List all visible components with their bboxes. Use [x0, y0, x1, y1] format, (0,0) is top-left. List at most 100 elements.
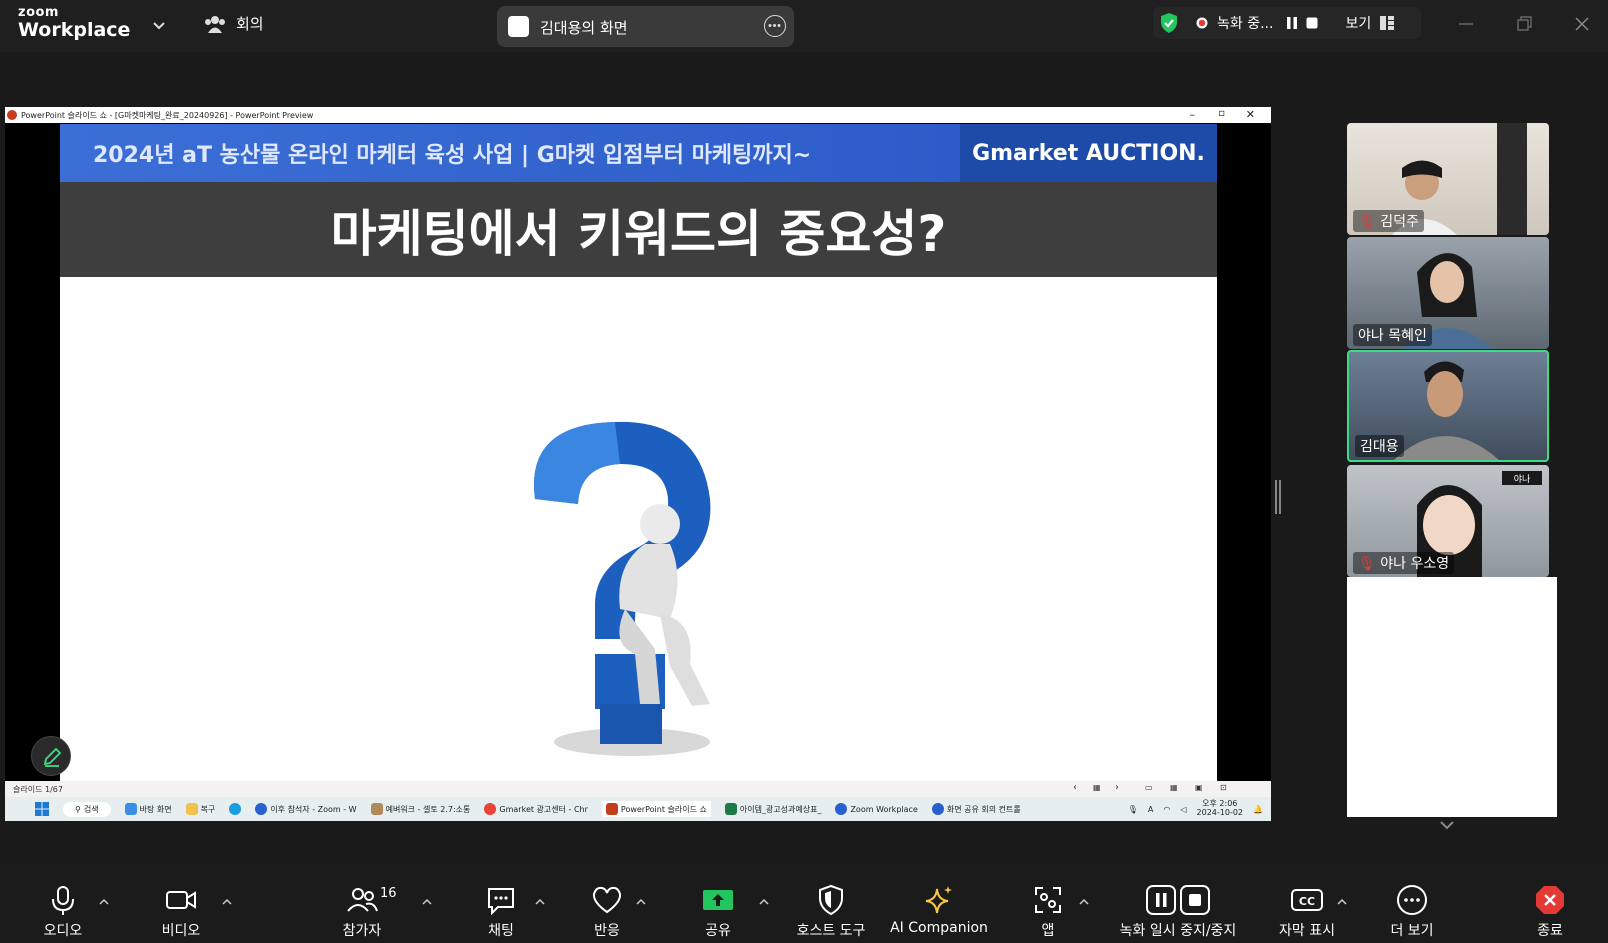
share-options-caret-icon[interactable]	[758, 897, 770, 907]
maximize-icon[interactable]	[1514, 14, 1534, 34]
host-tools-button[interactable]: 호스트 도구	[790, 870, 872, 943]
system-clock[interactable]: 오후 2:06 2024-10-02	[1196, 799, 1244, 818]
ppt-minimize-icon[interactable]: –	[1190, 108, 1196, 121]
taskbar-item-label: 이후 참석자 - Zoom - W	[270, 804, 357, 814]
slide: 2024년 aT 농산물 온라인 마케터 육성 사업 | G마켓 입점부터 마케…	[60, 124, 1217, 781]
edge-icon	[229, 803, 242, 815]
taskbar-item[interactable]: 바탕 화면	[124, 803, 172, 815]
ppt-restore-icon[interactable]: ▫	[1218, 108, 1225, 119]
taskbar-item[interactable]: 이후 참석자 - Zoom - W	[255, 803, 357, 815]
ppt-status-bar: 슬라이드 1/67 ‹ ▦ › ▭ ▦ ▣ ⊡	[5, 781, 1271, 797]
chevron-down-icon[interactable]	[150, 16, 168, 34]
next-slide-icon[interactable]: ›	[1115, 782, 1119, 793]
reactions-button[interactable]: 반응	[586, 870, 628, 943]
zoom-app-icon	[835, 803, 848, 815]
mic-icon[interactable]: 🎙	[1128, 805, 1138, 814]
end-label: 종료	[1537, 923, 1563, 939]
ai-companion-button[interactable]: AI Companion	[890, 870, 988, 943]
participant-tile[interactable]: 🎙 김덕주	[1347, 123, 1549, 235]
zoom-logo: zoom Workplace	[18, 6, 130, 40]
taskbar-item[interactable]: Zoom Workplace	[835, 803, 918, 815]
end-meeting-button[interactable]: 종료	[1530, 870, 1570, 943]
minimize-icon[interactable]	[1456, 14, 1476, 34]
language-icon[interactable]: A	[1148, 805, 1153, 814]
video-camera-icon	[166, 891, 196, 909]
captions-button[interactable]: CC 자막 표시	[1272, 870, 1342, 943]
sorter-view-icon[interactable]: ▦	[1170, 783, 1178, 792]
share-screen-icon	[508, 16, 529, 37]
title-bar: zoom Workplace 회의 김대용의 화면 녹화 중... 보기	[0, 0, 1608, 52]
more-button[interactable]: 더 보기	[1384, 870, 1440, 943]
video-button[interactable]: 비디오	[156, 870, 206, 943]
svg-text:CC: CC	[1299, 895, 1315, 908]
share-screen-button[interactable]: 공유	[700, 870, 736, 943]
recording-bar[interactable]: 녹화 중... 보기	[1153, 7, 1421, 39]
recording-controls-label: 녹화 일시 중지/중지	[1119, 923, 1237, 939]
ppt-window-titlebar: PowerPoint 슬라이드 쇼 - [G마켓마케팅_완료_20240926]…	[5, 107, 1271, 123]
audio-button[interactable]: 오디오	[40, 870, 86, 943]
pause-icon[interactable]	[1285, 16, 1299, 30]
chat-options-caret-icon[interactable]	[534, 897, 546, 907]
participants-options-caret-icon[interactable]	[421, 897, 433, 907]
slideshow-view-icon[interactable]: ⊡	[1220, 783, 1227, 792]
ppt-close-icon[interactable]: ✕	[1246, 108, 1255, 121]
mic-muted-icon: 🎙	[1358, 556, 1376, 572]
notification-bell-icon[interactable]: 🔔	[1253, 805, 1263, 814]
apps-label: 앱	[1041, 923, 1055, 939]
chrome-icon	[484, 803, 497, 815]
slide-menu-icon[interactable]: ▦	[1093, 783, 1101, 792]
close-icon[interactable]	[1572, 14, 1592, 34]
wifi-icon[interactable]: ◠	[1163, 805, 1170, 814]
pencil-icon	[43, 747, 62, 767]
view-label[interactable]: 보기	[1345, 13, 1371, 33]
taskbar-search[interactable]: ⚲ 검색	[63, 801, 111, 817]
taskbar-item-label: PowerPoint 슬라이드 쇼	[620, 804, 707, 814]
slide-banner: 2024년 aT 농산물 온라인 마케터 육성 사업 | G마켓 입점부터 마케…	[60, 124, 960, 182]
prev-slide-icon[interactable]: ‹	[1073, 782, 1077, 793]
reading-view-icon[interactable]: ▣	[1195, 783, 1203, 792]
excel-icon	[724, 803, 737, 815]
volume-icon[interactable]: ◁	[1180, 805, 1186, 814]
chevron-down-icon[interactable]	[1438, 818, 1456, 832]
shared-screen: PowerPoint 슬라이드 쇼 - [G마켓마케팅_완료_20240926]…	[5, 107, 1271, 821]
captions-options-caret-icon[interactable]	[1336, 897, 1348, 907]
share-label: 김대용의 화면	[540, 19, 628, 37]
video-options-caret-icon[interactable]	[221, 897, 233, 907]
taskbar-item[interactable]: PowerPoint 슬라이드 쇼	[601, 801, 711, 817]
participant-tile[interactable]: 야나 🎙 야나 우소영	[1347, 465, 1549, 577]
meeting-info[interactable]: 회의	[204, 13, 264, 34]
panel-resize-handle[interactable]	[1275, 480, 1281, 514]
taskbar-item[interactable]: 화면 공유 회의 컨트롤	[931, 803, 1021, 815]
annotate-pencil-button[interactable]	[31, 736, 71, 776]
reactions-options-caret-icon[interactable]	[635, 897, 647, 907]
gmarket-logo: Gmarket AUCTION.	[960, 124, 1217, 182]
taskbar-item[interactable]: 예벼워크 - 셀토 2.7:소통	[370, 803, 470, 815]
participants-button[interactable]: 참가자	[334, 870, 390, 943]
participant-tile[interactable]: 야나 목혜인	[1347, 237, 1549, 349]
grid-view-icon[interactable]	[1379, 15, 1395, 31]
desktop-icon	[124, 803, 137, 815]
taskbar-item[interactable]: 복구	[185, 803, 215, 815]
clock-date: 2024-10-02	[1196, 808, 1244, 817]
audio-options-caret-icon[interactable]	[98, 897, 110, 907]
participant-tile-active-speaker[interactable]: 김대용	[1347, 350, 1549, 462]
meeting-label: 회의	[236, 15, 264, 33]
taskbar-item-label: 아이템_광고성과예상표_	[739, 804, 822, 814]
taskbar-item[interactable]: 아이템_광고성과예상표_	[724, 803, 822, 815]
taskbar-item[interactable]: Gmarket 광고센터 - Chr	[484, 803, 588, 815]
apps-options-caret-icon[interactable]	[1078, 897, 1090, 907]
more-label: 더 보기	[1390, 923, 1434, 939]
apps-button[interactable]: 앱	[1030, 870, 1066, 943]
windows-start-icon[interactable]	[35, 802, 49, 816]
taskbar-item[interactable]	[229, 803, 242, 815]
blank-panel	[1347, 577, 1557, 817]
participant-name-label: 김대용	[1355, 435, 1404, 457]
normal-view-icon[interactable]: ▭	[1145, 783, 1153, 792]
more-options-icon[interactable]	[764, 15, 786, 37]
recording-controls-button[interactable]: 녹화 일시 중지/중지	[1108, 870, 1248, 943]
taskbar-search-label: 검색	[83, 804, 99, 814]
share-indicator[interactable]: 김대용의 화면	[497, 6, 794, 47]
stop-icon[interactable]	[1305, 16, 1319, 30]
people-icon	[205, 15, 225, 33]
chat-button[interactable]: 채팅	[480, 870, 522, 943]
